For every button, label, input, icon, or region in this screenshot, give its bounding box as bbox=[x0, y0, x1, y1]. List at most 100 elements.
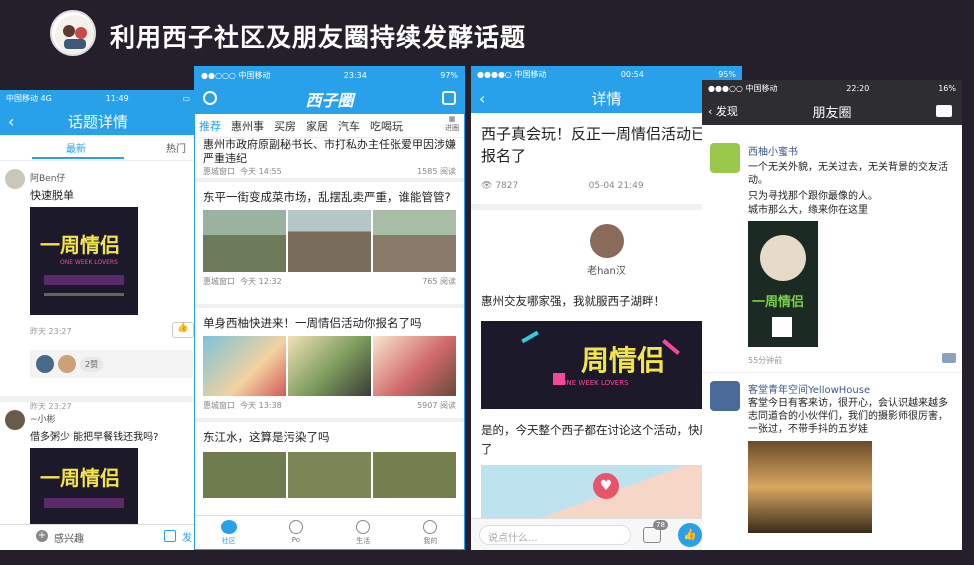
tab-1[interactable]: 惠州事 bbox=[231, 118, 264, 134]
poster-image[interactable]: 一周情侣 ONE WEEK LOVERS bbox=[30, 207, 138, 315]
post-text: 借多粥少 能把早餐钱还我吗? bbox=[30, 432, 159, 443]
river-photo[interactable] bbox=[203, 452, 286, 498]
camera-icon[interactable] bbox=[936, 105, 952, 117]
nav-me[interactable]: 我的 bbox=[397, 516, 464, 549]
tab-4[interactable]: 汽车 bbox=[338, 118, 360, 134]
group-photo[interactable] bbox=[748, 441, 872, 533]
post-user[interactable]: ~小彬 bbox=[30, 412, 56, 425]
liker-avatars: 2赞 bbox=[30, 350, 193, 378]
bottom-nav: 社区 Po 生活 我的 bbox=[195, 515, 464, 549]
post-button[interactable]: 发 bbox=[182, 529, 192, 544]
nav-title: 朋友圈 bbox=[812, 105, 852, 121]
like-button[interactable]: 👍 bbox=[678, 523, 702, 547]
feed-item[interactable]: 东平一街变成菜市场，乱摆乱卖严重，谁能管管? 惠城窗口 今天 12:32 765 … bbox=[195, 182, 464, 308]
poster-image[interactable]: 一周情侣 bbox=[30, 448, 138, 530]
nav-community[interactable]: 社区 bbox=[195, 516, 262, 549]
feed-item[interactable]: 惠州市政府原副秘书长、市打私办主任张爱甲因涉嫌严重违纪 惠城窗口 今天 14:5… bbox=[195, 138, 464, 182]
compass-icon bbox=[356, 520, 371, 534]
author-avatar[interactable] bbox=[589, 224, 624, 258]
street-photo[interactable] bbox=[373, 210, 456, 272]
back-icon[interactable]: ‹ bbox=[479, 89, 485, 108]
moment-line: 城市那么大，缘来你在这里 bbox=[748, 205, 868, 216]
feed-item[interactable]: 东江水，这算是污染了吗 bbox=[195, 422, 464, 512]
search-icon[interactable] bbox=[203, 91, 217, 105]
avatar[interactable] bbox=[58, 355, 76, 373]
avatar[interactable] bbox=[710, 143, 740, 173]
status-bar: ●●○○○ 中国移动 23:34 97% bbox=[195, 67, 464, 84]
interest-button[interactable]: 感兴趣 bbox=[54, 530, 84, 545]
po-icon bbox=[288, 520, 303, 534]
avatar[interactable] bbox=[5, 410, 25, 430]
post-time: 昨天 23:27 bbox=[30, 327, 72, 336]
poster-banner bbox=[44, 498, 124, 508]
feed-title: 东江水，这算是污染了吗 bbox=[203, 430, 330, 444]
slide: 利用西子社区及朋友圈持续发酵话题 中国移动 4G 11:49 ▭ ‹ 话题详情 最新… bbox=[0, 0, 974, 565]
moment-line: 一个无关外貌，无关过去，无关背景的交友活动。 bbox=[748, 162, 948, 186]
tab-2[interactable]: 买房 bbox=[274, 118, 296, 134]
feed-item[interactable]: 单身西柚快进来！一周情侣活动你报名了吗 惠城窗口 今天 13:38 5907 阅读 bbox=[195, 308, 464, 422]
feed-title: 惠州市政府原副秘书长、市打私办主任张爱甲因涉嫌严重违纪 bbox=[203, 138, 456, 165]
avatar[interactable] bbox=[710, 381, 740, 411]
feed-title: 单身西柚快进来！一周情侣活动你报名了吗 bbox=[203, 316, 422, 330]
post-user[interactable]: 阿Ben仔 bbox=[30, 171, 65, 184]
street-photo[interactable] bbox=[288, 210, 371, 272]
tab-indicator bbox=[32, 157, 124, 159]
comment-icon[interactable] bbox=[942, 353, 956, 363]
nav-bar: 西子圈 bbox=[195, 84, 464, 114]
calendar-icon bbox=[553, 373, 565, 385]
nav-po[interactable]: Po bbox=[262, 516, 329, 549]
qr-code bbox=[772, 317, 792, 337]
illustration-image[interactable] bbox=[288, 336, 371, 396]
avatar[interactable] bbox=[36, 355, 54, 373]
user-icon bbox=[423, 520, 438, 534]
topic-tabs: 最新 热门 bbox=[0, 135, 196, 161]
comment-input[interactable]: 说点什么... bbox=[479, 525, 631, 545]
more-circles-button[interactable]: ▦ 进圈 bbox=[442, 115, 462, 137]
confetti bbox=[521, 330, 539, 344]
article-illustration[interactable]: ♥ bbox=[481, 465, 732, 523]
nav-bar: ‹ 发现 朋友圈 bbox=[702, 97, 962, 125]
illustration-image[interactable] bbox=[203, 336, 286, 396]
edit-icon[interactable] bbox=[164, 530, 176, 542]
back-button[interactable]: ‹ 发现 bbox=[708, 103, 738, 119]
post-1-footer: 昨天 23:27 👍 2赞 bbox=[0, 322, 196, 382]
moment-poster[interactable]: 一周情侣 bbox=[748, 221, 818, 347]
moment-2: 客堂青年空间YellowHouse 客堂今日有客来访，很开心，会认识越来越多志同… bbox=[702, 373, 962, 543]
feed-images bbox=[203, 452, 456, 498]
river-photo[interactable] bbox=[288, 452, 371, 498]
tab-hot[interactable]: 热门 bbox=[166, 140, 186, 155]
back-icon[interactable]: ‹ bbox=[8, 112, 14, 131]
nav-life[interactable]: 生活 bbox=[330, 516, 397, 549]
avatar[interactable] bbox=[5, 169, 25, 189]
illustration-image[interactable] bbox=[373, 336, 456, 396]
poster-fineprint bbox=[44, 293, 124, 296]
tab-latest[interactable]: 最新 bbox=[66, 140, 86, 155]
status-bar: ●●●○○ 中国移动 22:20 16% bbox=[702, 80, 962, 97]
post-text: 快速脱单 bbox=[30, 189, 74, 202]
likes-count[interactable]: 2赞 bbox=[80, 356, 104, 372]
compose-icon[interactable] bbox=[442, 91, 456, 105]
post-2: ~小彬 借多粥少 能把早餐钱还我吗? 一周情侣 bbox=[0, 396, 196, 530]
nav-bar: ‹ 话题详情 bbox=[0, 107, 196, 135]
tab-5[interactable]: 吃喝玩 bbox=[370, 118, 403, 134]
moment-user[interactable]: 西柚小蜜书 bbox=[748, 143, 798, 158]
nav-title: 话题详情 bbox=[67, 112, 128, 131]
river-photo[interactable] bbox=[373, 452, 456, 498]
plus-icon[interactable]: + bbox=[36, 530, 48, 542]
moment-user[interactable]: 客堂青年空间YellowHouse bbox=[748, 381, 870, 396]
article-poster[interactable]: 周情侣 ONE WEEK LOVERS bbox=[481, 321, 732, 409]
feed-images bbox=[203, 336, 456, 396]
slide-title: 利用西子社区及朋友圈持续发酵话题 bbox=[110, 23, 527, 52]
street-photo[interactable] bbox=[203, 210, 286, 272]
moment-time: 55分钟前 bbox=[748, 356, 783, 365]
heart-icon: ♥ bbox=[593, 473, 619, 499]
community-icon bbox=[220, 520, 237, 534]
feed-title: 东平一街变成菜市场，乱摆乱卖严重，谁能管管? bbox=[203, 190, 451, 204]
tab-0[interactable]: 推荐 bbox=[199, 118, 221, 134]
couple-illustration bbox=[760, 235, 806, 281]
tab-3[interactable]: 家居 bbox=[306, 118, 328, 134]
comment-count: 78 bbox=[653, 520, 668, 530]
feed-images bbox=[203, 210, 456, 272]
category-tabs: 推荐 惠州事 买房 家居 汽车 吃喝玩 ▦ 进圈 bbox=[195, 114, 464, 138]
like-icon[interactable]: 👍 bbox=[172, 322, 194, 338]
